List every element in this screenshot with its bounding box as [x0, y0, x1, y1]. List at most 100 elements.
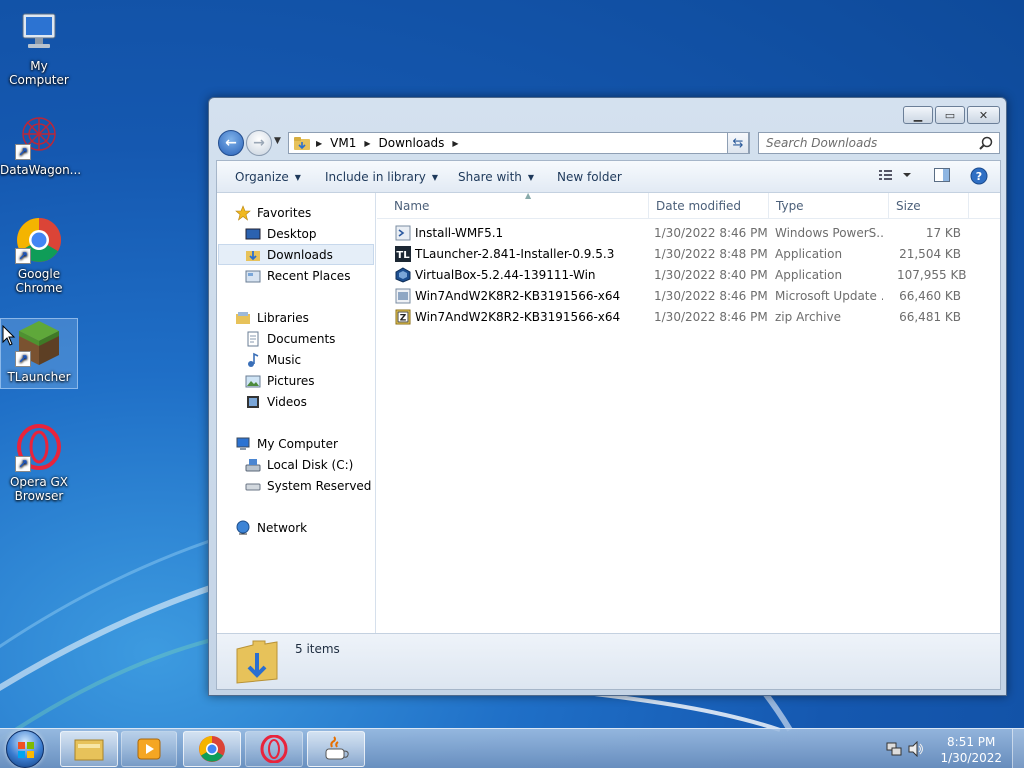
star-icon [235, 204, 251, 221]
breadcrumb-separator-icon[interactable]: ▶ [364, 139, 370, 148]
file-row[interactable]: TL TLauncher-2.841-Installer-0.9.5.3 1/3… [377, 244, 977, 265]
include-in-library-menu[interactable]: Include in library ▼ [325, 170, 438, 184]
start-button[interactable] [6, 730, 44, 768]
share-with-menu[interactable]: Share with ▼ [458, 170, 534, 184]
recent-pages-dropdown[interactable]: ▼ [274, 136, 281, 146]
back-button[interactable]: ← [218, 130, 244, 156]
recent-places-icon [245, 270, 261, 282]
file-type: Application [775, 247, 843, 261]
nav-desktop[interactable]: Desktop [245, 223, 317, 244]
chrome-icon [199, 736, 225, 762]
breadcrumb-separator-icon[interactable]: ▶ [452, 139, 458, 148]
nav-favorites-label: Favorites [257, 205, 312, 220]
chevron-down-icon: ▼ [294, 173, 301, 182]
desktop-icon-my-computer[interactable]: My Computer [0, 8, 78, 87]
tlauncher-app-icon: TL [395, 246, 411, 262]
nav-network[interactable]: Network [235, 517, 307, 538]
close-icon: ✕ [978, 108, 989, 122]
java-icon [325, 736, 349, 760]
preview-pane-icon [934, 168, 950, 182]
downloads-folder-icon [236, 640, 278, 684]
command-bar: Organize ▼ Include in library ▼ Share with… [217, 161, 1000, 193]
hard-drive-icon [245, 458, 261, 471]
svg-text:TL: TL [396, 250, 410, 261]
file-size: 21,504 KB [899, 247, 961, 261]
minecraft-grass-block-icon: ↗ [15, 319, 63, 367]
search-input[interactable]: Search Downloads [758, 132, 1000, 154]
opera-gx-icon: ↗ [15, 424, 63, 472]
taskbar-java-button[interactable] [307, 731, 365, 767]
column-header-name[interactable]: Name ▲ [387, 191, 649, 219]
network-status-icon[interactable] [886, 741, 902, 757]
nav-pictures[interactable]: Pictures [245, 370, 315, 391]
column-name-label: Name [394, 199, 430, 213]
taskbar-opera-gx-button[interactable] [245, 731, 303, 767]
nav-local-disk[interactable]: Local Disk (C:) [245, 454, 353, 475]
svg-text:?: ? [976, 170, 982, 183]
column-header-date[interactable]: Date modified [649, 193, 769, 219]
pictures-icon [245, 375, 261, 387]
new-folder-button[interactable]: New folder [557, 170, 622, 184]
search-placeholder: Search Downloads [766, 136, 878, 150]
close-button[interactable]: ✕ [967, 106, 1000, 124]
nav-downloads[interactable]: Downloads [218, 244, 374, 265]
forward-button[interactable]: → [246, 130, 272, 156]
desktop-icon-label: My Computer [9, 59, 69, 87]
taskbar-chrome-button[interactable] [183, 731, 241, 767]
nav-documents[interactable]: Documents [245, 328, 335, 349]
back-arrow-icon: ← [225, 135, 237, 151]
help-button[interactable]: ? [970, 167, 988, 188]
nav-music[interactable]: Music [245, 349, 301, 370]
search-icon[interactable] [979, 136, 993, 150]
music-icon [248, 352, 259, 367]
show-desktop-button[interactable] [1012, 729, 1024, 768]
preview-pane-button[interactable] [934, 167, 950, 186]
file-size: 66,481 KB [899, 310, 961, 324]
windows-logo-icon [18, 742, 34, 758]
clock[interactable]: 8:51 PM 1/30/2022 [940, 734, 1002, 766]
nav-recent-places[interactable]: Recent Places [245, 265, 350, 286]
shortcut-arrow-icon: ↗ [15, 456, 31, 472]
file-row[interactable]: VirtualBox-5.2.44-139111-Win 1/30/2022 8… [377, 265, 977, 286]
file-row[interactable]: Install-WMF5.1 1/30/2022 8:46 PM Windows… [377, 223, 977, 244]
file-name: VirtualBox-5.2.44-139111-Win [415, 268, 596, 282]
column-headers: Name ▲ Date modified Type Size [377, 191, 1000, 219]
file-row[interactable]: Z Win7AndW2K8R2-KB3191566-x64 1/30/2022 … [377, 307, 977, 328]
organize-menu[interactable]: Organize ▼ [235, 170, 301, 184]
libraries-icon [236, 311, 250, 324]
breadcrumb-downloads[interactable]: Downloads [379, 136, 445, 150]
maximize-button[interactable]: ▭ [935, 106, 965, 124]
volume-icon[interactable] [908, 741, 924, 757]
maximize-icon: ▭ [944, 108, 956, 122]
minimize-button[interactable]: ▁ [903, 106, 933, 124]
explorer-content: Organize ▼ Include in library ▼ Share with… [216, 160, 1001, 690]
media-player-icon [137, 738, 161, 760]
column-header-size[interactable]: Size [889, 193, 969, 219]
nav-videos[interactable]: Videos [245, 391, 307, 412]
nav-system-reserved[interactable]: System Reserved (M [245, 475, 375, 496]
file-row[interactable]: Win7AndW2K8R2-KB3191566-x64 1/30/2022 8:… [377, 286, 977, 307]
include-in-library-label: Include in library [325, 170, 426, 184]
desktop-icon-label: TLauncher [7, 370, 71, 384]
view-list-icon [879, 170, 911, 180]
nav-music-label: Music [267, 352, 302, 367]
nav-favorites[interactable]: Favorites [235, 202, 311, 223]
taskbar-explorer-button[interactable] [60, 731, 118, 767]
shortcut-arrow-icon: ↗ [15, 351, 31, 367]
nav-libraries-label: Libraries [257, 310, 309, 325]
file-date: 1/30/2022 8:48 PM [654, 247, 768, 261]
nav-my-computer[interactable]: My Computer [235, 433, 338, 454]
nav-downloads-label: Downloads [267, 247, 333, 262]
file-date: 1/30/2022 8:40 PM [654, 268, 768, 282]
column-header-type[interactable]: Type [769, 193, 889, 219]
taskbar-media-player-button[interactable] [121, 731, 177, 767]
breadcrumb-vm1[interactable]: VM1 [330, 136, 356, 150]
address-bar[interactable]: ▶ VM1 ▶ Downloads ▶ ▼ [288, 132, 750, 154]
desktop-icon-google-chrome[interactable]: ↗ Google Chrome [0, 216, 78, 295]
chevron-down-icon: ▼ [527, 173, 535, 182]
view-options-button[interactable] [879, 167, 911, 186]
refresh-button[interactable]: ⇆ [727, 132, 749, 154]
desktop-icon-datawagon[interactable]: ↗ DataWagon... [0, 112, 81, 177]
nav-libraries[interactable]: Libraries [235, 307, 309, 328]
desktop-icon-opera-gx[interactable]: ↗ Opera GX Browser [0, 424, 78, 503]
